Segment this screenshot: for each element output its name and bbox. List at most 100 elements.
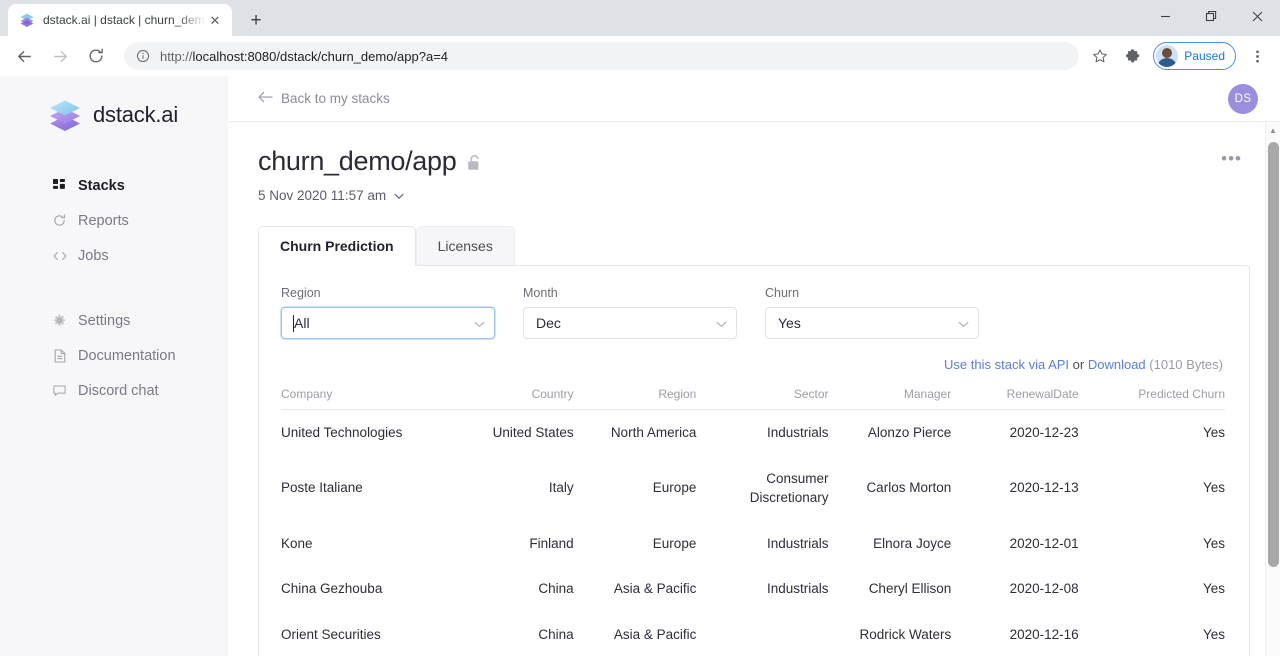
chevron-down-icon: [716, 315, 727, 331]
forward-button: [44, 40, 76, 72]
cell-manager: Alonzo Pierce: [867, 425, 952, 440]
refresh-icon: [52, 213, 67, 228]
code-brackets-icon: [52, 248, 67, 263]
cell-predicted-churn: Yes: [1202, 581, 1225, 597]
filter-label: Region: [281, 286, 321, 300]
region-select-value: All: [294, 315, 310, 331]
column-header-predicted-churn[interactable]: Predicted Churn: [1078, 387, 1225, 410]
table-header: Company Country Region Sector Manager Re…: [281, 387, 1225, 410]
column-header-company[interactable]: Company: [281, 387, 428, 410]
cell-renewal-date: 2020-12-01: [1009, 535, 1079, 551]
timestamp-dropdown[interactable]: 5 Nov 2020 11:57 am: [258, 188, 1250, 203]
cell-company: China Gezhouba: [281, 581, 383, 597]
column-header-renewaldate[interactable]: RenewalDate: [951, 387, 1079, 410]
cell-manager: Cheryl Ellison: [868, 581, 952, 597]
sidebar-item-jobs[interactable]: Jobs: [0, 238, 228, 273]
page-scrollbar[interactable]: ▲: [1265, 122, 1280, 656]
cell-company: Kone: [281, 535, 313, 551]
table-row: United Technologies United States North …: [281, 410, 1225, 456]
sidebar-item-stacks[interactable]: Stacks: [0, 168, 228, 203]
sidebar-item-label: Documentation: [78, 347, 176, 364]
close-icon[interactable]: [1234, 0, 1280, 32]
avatar[interactable]: DS: [1228, 83, 1258, 114]
sidebar-item-discord-chat[interactable]: Discord chat: [0, 373, 228, 408]
sidebar-item-settings[interactable]: Settings: [0, 303, 228, 338]
brand[interactable]: dstack.ai: [0, 98, 228, 132]
url-text: http://localhost:8080/dstack/churn_demo/…: [160, 49, 448, 64]
reload-button[interactable]: [80, 40, 112, 72]
browser-toolbar: http://localhost:8080/dstack/churn_demo/…: [0, 36, 1280, 76]
table-row: Kone Finland Europe Industrials Elnora J…: [281, 521, 1225, 567]
puzzle-icon[interactable]: [1117, 41, 1147, 71]
stack-card: Region All Month Dec Churn Yes Use this …: [258, 265, 1250, 656]
maximize-icon[interactable]: [1188, 0, 1234, 32]
cell-region: Asia & Pacific: [613, 581, 697, 597]
stack-page: ••• churn_demo/app 5 Nov 2020 11:57 am C…: [228, 122, 1280, 656]
cell-country: China: [538, 581, 574, 597]
chat-bubble-icon: [52, 383, 67, 398]
sidebar-item-documentation[interactable]: Documentation: [0, 338, 228, 373]
tab-churn-prediction[interactable]: Churn Prediction: [258, 226, 416, 266]
cell-manager: Carlos Morton: [866, 480, 952, 496]
profile-label: Paused: [1184, 49, 1225, 63]
tab-licenses[interactable]: Licenses: [415, 226, 515, 266]
kebab-menu-icon[interactable]: [1242, 41, 1272, 71]
use-stack-via-api-link[interactable]: Use this stack via API: [944, 357, 1069, 372]
scrollbar-thumb[interactable]: [1268, 142, 1279, 567]
new-tab-button[interactable]: +: [242, 6, 270, 34]
sidebar-item-label: Stacks: [78, 177, 125, 194]
download-link[interactable]: Download: [1088, 357, 1146, 372]
table-body: United Technologies United States North …: [281, 410, 1225, 656]
filter-region: Region All: [281, 286, 495, 339]
site-info-icon[interactable]: [136, 49, 150, 63]
tab-close-icon[interactable]: ✕: [206, 11, 224, 29]
back-to-my-stacks-link[interactable]: Back to my stacks: [258, 91, 390, 106]
filter-row: Region All Month Dec Churn Yes: [281, 286, 1225, 339]
grid-icon: [52, 178, 67, 193]
scroll-up-arrow-icon[interactable]: ▲: [1266, 122, 1280, 138]
url-scheme: http://: [160, 48, 193, 64]
star-icon[interactable]: [1085, 41, 1115, 71]
cell-sector: Industrials: [766, 535, 829, 551]
column-header-sector[interactable]: Sector: [696, 387, 829, 410]
chevron-down-icon: [394, 188, 404, 203]
column-header-region[interactable]: Region: [573, 387, 697, 410]
overflow-menu-button[interactable]: •••: [1221, 150, 1242, 167]
unlocked-padlock-icon[interactable]: [467, 154, 482, 173]
region-select[interactable]: All: [281, 307, 495, 339]
column-header-manager[interactable]: Manager: [828, 387, 952, 410]
sidebar-item-label: Settings: [78, 312, 131, 329]
filter-churn: Churn Yes: [765, 286, 979, 339]
cell-predicted-churn: Yes: [1202, 480, 1225, 496]
column-header-country[interactable]: Country: [427, 387, 574, 410]
minimize-icon[interactable]: [1142, 0, 1188, 32]
cell-country: Finland: [529, 535, 574, 551]
brand-name: dstack.ai: [93, 102, 179, 127]
table-header-row: Company Country Region Sector Manager Re…: [281, 387, 1225, 410]
download-size: (1010 Bytes): [1145, 357, 1223, 372]
sidebar-divider-gap: [0, 273, 228, 303]
browser-tab[interactable]: dstack.ai | dstack | churn_demo/a ✕: [8, 4, 232, 36]
predictions-table: Company Country Region Sector Manager Re…: [281, 387, 1225, 656]
stacked-layers-logo: [48, 98, 82, 132]
profile-pill[interactable]: Paused: [1153, 42, 1236, 70]
month-select-value: Dec: [536, 315, 561, 331]
cell-company: Orient Securities: [281, 626, 381, 642]
window-controls: [1142, 0, 1280, 32]
sidebar-item-reports[interactable]: Reports: [0, 203, 228, 238]
content-area: Back to my stacks DS ••• churn_demo/app …: [228, 76, 1280, 656]
cell-renewal-date: 2020-12-16: [1009, 626, 1079, 642]
sidebar-item-label: Discord chat: [78, 382, 159, 399]
churn-select[interactable]: Yes: [765, 307, 979, 339]
address-bar[interactable]: http://localhost:8080/dstack/churn_demo/…: [124, 42, 1080, 70]
back-button[interactable]: [8, 40, 40, 72]
tab-strip: dstack.ai | dstack | churn_demo/a ✕ +: [0, 0, 1280, 36]
app-root: dstack.ai Stacks Reports Jobs Settings D…: [0, 76, 1280, 656]
api-separator: or: [1069, 357, 1088, 372]
cell-country: China: [538, 626, 574, 642]
month-select[interactable]: Dec: [523, 307, 737, 339]
cell-region: Asia & Pacific: [613, 626, 697, 642]
chevron-down-icon: [958, 315, 969, 331]
cell-country: United States: [492, 425, 574, 440]
cell-predicted-churn: Yes: [1202, 626, 1225, 642]
